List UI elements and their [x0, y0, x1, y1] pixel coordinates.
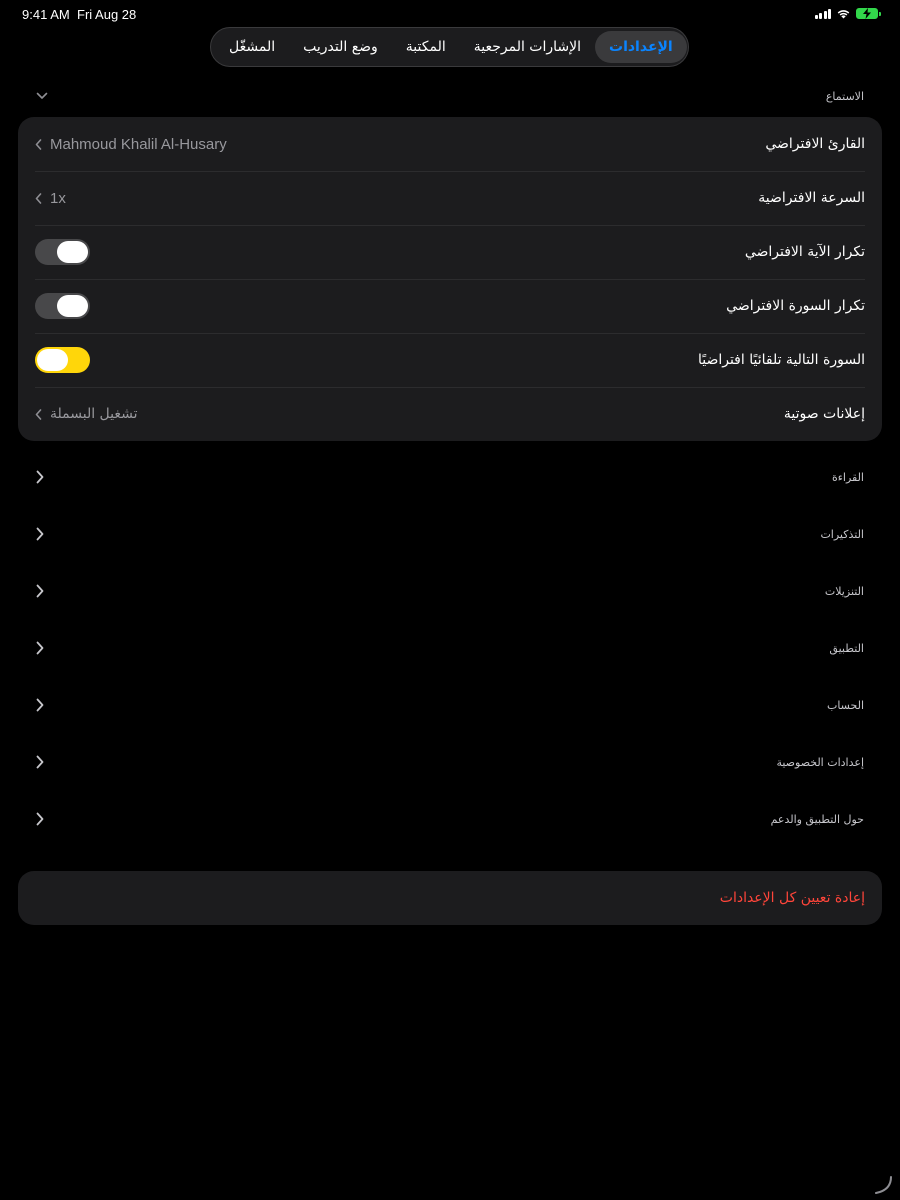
repeat-surah-row: تكرار السورة الافتراضي	[18, 279, 882, 333]
tab-practice-mode[interactable]: وضع التدريب	[289, 31, 392, 63]
section-label: الاستماع	[825, 89, 864, 103]
autoplay-next-surah-label: السورة التالية تلقائيًا افتراضيًا	[697, 352, 865, 368]
battery-icon	[856, 8, 881, 19]
section-label: حول التطبيق والدعم	[770, 812, 864, 826]
chevron-left-icon	[35, 192, 42, 204]
audio-announcements-value: تشغيل البسملة	[50, 406, 138, 422]
default-reciter-label: القارئ الافتراضي	[765, 136, 865, 152]
tab-settings[interactable]: الإعدادات	[595, 31, 687, 63]
audio-announcements-row[interactable]: تشغيل البسملة إعلانات صوتية	[18, 387, 882, 441]
chevron-left-icon	[35, 408, 42, 420]
chevron-right-icon	[18, 812, 64, 826]
status-time: 9:41 AM	[22, 7, 70, 22]
resize-corner-icon	[875, 1176, 892, 1194]
default-reciter-value: Mahmoud Khalil Al-Husary	[50, 135, 227, 153]
chevron-down-icon	[18, 92, 64, 100]
status-bar: 9:41 AM Fri Aug 28	[0, 0, 900, 28]
reset-all-settings-button[interactable]: إعادة تعيين كل الإعدادات	[18, 871, 882, 925]
default-speed-row[interactable]: 1x السرعة الافتراضية	[18, 171, 882, 225]
chevron-right-icon	[18, 641, 64, 655]
signal-icon	[814, 8, 831, 19]
section-reading-header[interactable]: القراءة	[18, 459, 882, 495]
settings-screen: 9:41 AM Fri Aug 28 المشغّل وضع التدريب ا…	[0, 0, 900, 1200]
section-label: الحساب	[826, 698, 864, 712]
tab-bookmarks[interactable]: الإشارات المرجعية	[460, 31, 595, 63]
default-speed-value: 1x	[50, 189, 66, 207]
default-reciter-row[interactable]: Mahmoud Khalil Al-Husary القارئ الافتراض…	[18, 117, 882, 171]
section-account-header[interactable]: الحساب	[18, 687, 882, 723]
section-reminders-header[interactable]: التذكيرات	[18, 516, 882, 552]
section-listening-header[interactable]: الاستماع	[18, 78, 882, 114]
status-icons	[814, 8, 881, 19]
section-privacy-header[interactable]: إعدادات الخصوصية	[18, 744, 882, 780]
repeat-ayah-label: تكرار الآية الافتراضي	[744, 244, 865, 260]
section-downloads-header[interactable]: التنزيلات	[18, 573, 882, 609]
repeat-ayah-toggle[interactable]	[35, 239, 90, 265]
tab-bar: المشغّل وضع التدريب المكتبة الإشارات الم…	[210, 27, 689, 67]
tab-library[interactable]: المكتبة	[392, 31, 460, 63]
chevron-left-icon	[35, 138, 42, 150]
repeat-surah-toggle[interactable]	[35, 293, 90, 319]
default-speed-label: السرعة الافتراضية	[758, 190, 865, 206]
autoplay-next-surah-toggle[interactable]	[35, 347, 90, 373]
chevron-right-icon	[18, 584, 64, 598]
listening-settings-card: Mahmoud Khalil Al-Husary القارئ الافتراض…	[18, 117, 882, 441]
section-label: التنزيلات	[824, 584, 864, 598]
section-label: القراءة	[831, 470, 864, 484]
repeat-ayah-row: تكرار الآية الافتراضي	[18, 225, 882, 279]
wifi-icon	[837, 10, 850, 19]
status-date: Fri Aug 28	[77, 7, 137, 22]
section-about-header[interactable]: حول التطبيق والدعم	[18, 801, 882, 837]
reset-all-settings-label: إعادة تعيين كل الإعدادات	[719, 890, 865, 906]
tab-player[interactable]: المشغّل	[215, 31, 289, 63]
repeat-surah-label: تكرار السورة الافتراضي	[726, 298, 865, 314]
section-label: التذكيرات	[820, 527, 864, 541]
audio-announcements-label: إعلانات صوتية	[783, 406, 865, 422]
chevron-right-icon	[18, 698, 64, 712]
section-label: التطبيق	[829, 641, 864, 655]
chevron-right-icon	[18, 755, 64, 769]
section-app-header[interactable]: التطبيق	[18, 630, 882, 666]
chevron-right-icon	[18, 470, 64, 484]
chevron-right-icon	[18, 527, 64, 541]
autoplay-next-surah-row: السورة التالية تلقائيًا افتراضيًا	[18, 333, 882, 387]
section-label: إعدادات الخصوصية	[776, 755, 864, 769]
